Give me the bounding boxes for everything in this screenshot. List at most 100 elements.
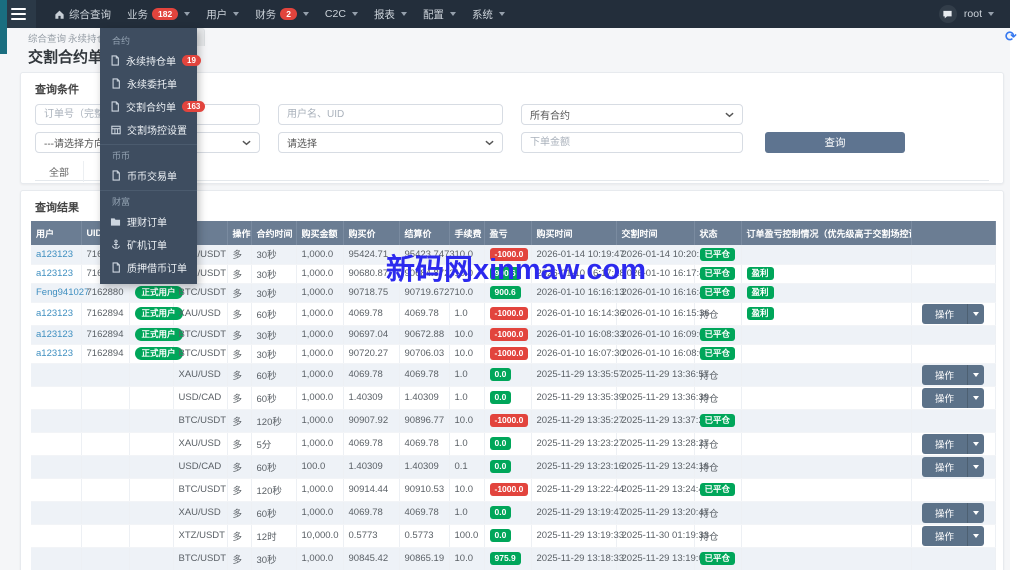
order-amount-input[interactable] (521, 132, 743, 153)
action-caret-button[interactable] (967, 303, 984, 324)
nav-item-综合查询[interactable]: 综合查询 (46, 0, 119, 28)
row-action-split-button: 操作 (921, 502, 984, 523)
chevron-down-icon (351, 12, 358, 16)
nav-item-label: 系统 (471, 8, 493, 21)
cell: 多 (227, 283, 252, 303)
cell: 1,000.0 (296, 245, 344, 265)
action-caret-button[interactable] (967, 525, 984, 546)
cell: 持仓 (694, 363, 742, 387)
column-header: 购买金额 (296, 221, 344, 245)
cell (31, 432, 82, 456)
nav-item-财务[interactable]: 财务 2 (247, 0, 317, 28)
cell: XAU/USD (173, 363, 228, 387)
cell: 1.0 (449, 302, 485, 326)
chevron-down-icon (973, 464, 979, 469)
action-caret-button[interactable] (967, 433, 984, 454)
contract-select[interactable]: 所有合约 (521, 104, 743, 125)
cell: 60秒 (251, 501, 297, 525)
cell: 多 (227, 455, 252, 479)
search-button[interactable]: 查询 (765, 132, 905, 153)
username-uid-input[interactable] (278, 104, 503, 125)
cell: 30秒 (251, 283, 297, 303)
action-caret-button[interactable] (967, 387, 984, 408)
column-header: 状态 (694, 221, 742, 245)
menu-item-永续委托单[interactable]: 永续委托单 (100, 72, 197, 95)
user-link[interactable]: a123123 (36, 329, 73, 340)
menu-section: 币币 币币交易单 (100, 144, 197, 187)
user-link[interactable]: a123123 (36, 348, 73, 359)
user-link[interactable]: a123123 (36, 249, 73, 260)
chevron-down-icon (973, 533, 979, 538)
nav-item-报表[interactable]: 报表 (366, 0, 415, 28)
scrollbar-gutter[interactable] (1010, 0, 1024, 570)
cell: 30秒 (251, 245, 297, 265)
user-menu[interactable]: root (964, 8, 994, 20)
nav-item-业务[interactable]: 业务 182 (119, 0, 198, 28)
cell: 7162894 (81, 302, 130, 326)
action-button[interactable]: 操作 (921, 433, 967, 454)
action-button[interactable]: 操作 (921, 387, 967, 408)
tab-combined-query[interactable]: 综合查询 (28, 31, 66, 45)
cell: 4069.78 (343, 363, 400, 387)
cell: a123123 (31, 302, 82, 326)
cell (741, 547, 912, 570)
table-row: BTC/USDT 多 120秒 1,000.0 90914.44 90910.53 10.0… (31, 478, 996, 502)
cell: 2025-11-29 13:22:44 (531, 478, 624, 502)
action-button[interactable]: 操作 (921, 502, 967, 523)
chevron-down-icon (449, 12, 456, 16)
nav-item-配置[interactable]: 配置 (415, 0, 464, 28)
cell (911, 478, 996, 502)
chat-icon[interactable] (938, 5, 957, 23)
cell: 2025-11-29 13:36:39 (616, 386, 709, 410)
cell: -1000.0 (484, 325, 532, 345)
column-header (911, 221, 996, 245)
menu-item-币币交易单[interactable]: 币币交易单 (100, 164, 197, 187)
cell (129, 455, 174, 479)
menu-item-理财订单[interactable]: 理财订单 (100, 210, 197, 233)
menu-item-交割合约单[interactable]: 交割合约单 163 (100, 95, 206, 118)
cell: 90718.75 (343, 283, 400, 303)
chevron-down-icon (184, 12, 191, 16)
cell: 1,000.0 (296, 386, 344, 410)
nav-item-C2C[interactable]: C2C (317, 0, 366, 28)
action-caret-button[interactable] (967, 502, 984, 523)
cell: 30秒 (251, 547, 297, 570)
cell: 90706.03 (399, 344, 450, 364)
cell: 2026-01-10 16:07:30 (531, 344, 625, 364)
cell: 4069.78 (399, 302, 450, 326)
menu-item-质押借币订单[interactable]: 质押借币订单 (100, 256, 197, 279)
pnl-badge: 0.0 (489, 459, 512, 474)
nav-item-label: 综合查询 (69, 8, 111, 21)
cell: a123123 (31, 245, 82, 265)
cell: 2026-01-10 16:17:18 (531, 264, 625, 284)
cell (741, 501, 912, 525)
action-caret-button[interactable] (967, 364, 984, 385)
refresh-icon[interactable]: ⟳ (1005, 29, 1017, 43)
nav-item-系统[interactable]: 系统 (464, 0, 513, 28)
user-link[interactable]: a123123 (36, 268, 73, 279)
cell: 2025-11-29 13:28:27 (616, 432, 709, 456)
cell (911, 264, 996, 284)
control-badge: 盈利 (746, 306, 774, 321)
cell: 95423.7473 (399, 245, 455, 265)
action-button[interactable]: 操作 (921, 456, 967, 477)
action-caret-button[interactable] (967, 456, 984, 477)
cell: 已平仓 (694, 264, 742, 284)
cell (911, 409, 996, 433)
table-row: XAU/USD 多 60秒 1,000.0 4069.78 4069.78 1.0 0.0 20… (31, 363, 996, 387)
menu-item-交割场控设置[interactable]: 交割场控设置 (100, 118, 197, 141)
cell: 持仓 (694, 501, 742, 525)
status-select[interactable]: 请选择 (278, 132, 503, 153)
nav-item-label: 用户 (206, 8, 228, 21)
user-link[interactable]: Feng941027 (36, 287, 89, 298)
cell (31, 547, 82, 570)
action-button[interactable]: 操作 (921, 525, 967, 546)
filter-tab-all[interactable]: 全部 (35, 161, 84, 182)
menu-item-矿机订单[interactable]: 矿机订单 (100, 233, 197, 256)
menu-item-永续持仓单[interactable]: 永续持仓单 19 (100, 49, 201, 72)
nav-item-用户[interactable]: 用户 (198, 0, 247, 28)
action-button[interactable]: 操作 (921, 303, 967, 324)
cell: 操作 (911, 363, 996, 387)
action-button[interactable]: 操作 (921, 364, 967, 385)
user-link[interactable]: a123123 (36, 308, 73, 319)
